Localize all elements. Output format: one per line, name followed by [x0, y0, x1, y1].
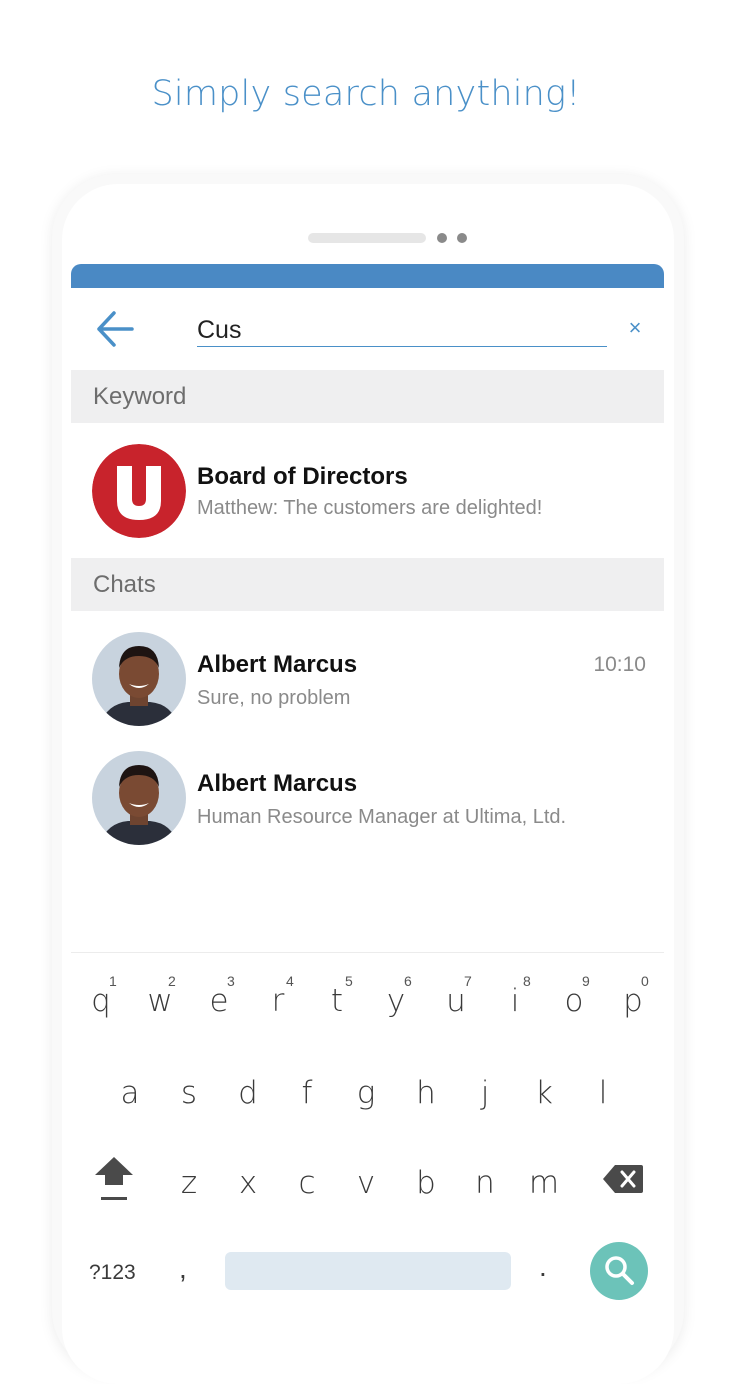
- chat-time: 10:10: [593, 653, 646, 676]
- chat-message: Human Resource Manager at Ultima, Ltd.: [197, 806, 567, 828]
- key-label: m: [528, 1165, 560, 1201]
- status-bar: [71, 264, 664, 288]
- key-c[interactable]: c: [282, 1155, 332, 1215]
- period-key[interactable]: .: [539, 1251, 547, 1283]
- chat-message: Sure, no problem: [197, 687, 351, 709]
- key-h[interactable]: h: [401, 1065, 451, 1125]
- key-label: a: [120, 1075, 140, 1111]
- key-label: l: [598, 1075, 608, 1111]
- key-o[interactable]: 9o: [549, 973, 599, 1033]
- key-label: v: [356, 1165, 376, 1201]
- headline: Simply search anything!: [151, 74, 581, 114]
- key-t[interactable]: 5t: [312, 973, 362, 1033]
- search-input[interactable]: [197, 314, 607, 347]
- shift-key[interactable]: [91, 1153, 137, 1205]
- space-bar[interactable]: [225, 1252, 511, 1290]
- key-label: b: [416, 1165, 436, 1201]
- keyword-result-subtitle: Matthew: The customers are delighted!: [197, 497, 543, 519]
- key-label: r: [271, 983, 285, 1019]
- key-label: t: [330, 983, 344, 1019]
- shift-arrow-icon: [95, 1157, 133, 1200]
- key-i[interactable]: 8i: [490, 973, 540, 1033]
- comma-key[interactable]: ,: [179, 1253, 187, 1285]
- symbols-key[interactable]: ?123: [89, 1261, 136, 1285]
- backspace-key[interactable]: [601, 1159, 645, 1199]
- key-x[interactable]: x: [223, 1155, 273, 1215]
- key-label: u: [446, 983, 466, 1019]
- phone-speaker: [308, 233, 426, 243]
- key-label: q: [91, 983, 111, 1019]
- backspace-icon: [603, 1165, 643, 1193]
- keyword-result-title: Board of Directors: [197, 463, 408, 490]
- key-q[interactable]: 1q: [76, 973, 126, 1033]
- key-label: n: [475, 1165, 495, 1201]
- key-label: s: [180, 1075, 198, 1111]
- key-label: o: [564, 983, 584, 1019]
- section-header-chats: Chats: [71, 558, 664, 611]
- key-j[interactable]: j: [460, 1065, 510, 1125]
- key-m[interactable]: m: [519, 1155, 569, 1215]
- key-w[interactable]: 2w: [135, 973, 185, 1033]
- key-label: y: [386, 983, 406, 1019]
- key-v[interactable]: v: [341, 1155, 391, 1215]
- key-y[interactable]: 6y: [371, 973, 421, 1033]
- chat-result-row[interactable]: Albert Marcus Sure, no problem 10:10: [71, 611, 664, 726]
- phone-camera-dot: [457, 233, 467, 243]
- key-label: h: [416, 1075, 436, 1111]
- search-icon: [605, 1256, 634, 1285]
- key-k[interactable]: k: [519, 1065, 569, 1125]
- key-label: x: [238, 1165, 258, 1201]
- key-label: g: [356, 1075, 376, 1111]
- key-r[interactable]: 4r: [253, 973, 303, 1033]
- key-l[interactable]: l: [578, 1065, 628, 1125]
- key-b[interactable]: b: [401, 1155, 451, 1215]
- key-label: p: [623, 983, 643, 1019]
- key-n[interactable]: n: [460, 1155, 510, 1215]
- key-label: c: [298, 1165, 316, 1201]
- key-p[interactable]: 0p: [608, 973, 658, 1033]
- key-g[interactable]: g: [341, 1065, 391, 1125]
- key-label: i: [510, 983, 520, 1019]
- key-label: j: [480, 1075, 490, 1111]
- key-s[interactable]: s: [164, 1065, 214, 1125]
- key-a[interactable]: a: [105, 1065, 155, 1125]
- u-logo-icon: [92, 444, 186, 538]
- key-e[interactable]: 3e: [194, 973, 244, 1033]
- key-d[interactable]: d: [223, 1065, 273, 1125]
- phone-sensor-dot: [437, 233, 447, 243]
- clear-search-icon[interactable]: ×: [623, 316, 647, 340]
- key-label: k: [535, 1075, 553, 1111]
- back-arrow-icon[interactable]: [95, 310, 135, 348]
- chat-result-row[interactable]: Albert Marcus Human Resource Manager at …: [71, 730, 664, 845]
- on-screen-keyboard: 1q 2w 3e 4r 5t 6y 7u 8i 9o 0p a s d f g …: [71, 952, 664, 1320]
- key-label: d: [238, 1075, 258, 1111]
- chat-name: Albert Marcus: [197, 770, 358, 797]
- key-f[interactable]: f: [282, 1065, 332, 1125]
- key-label: w: [147, 983, 173, 1019]
- key-u[interactable]: 7u: [431, 973, 481, 1033]
- chat-name: Albert Marcus: [197, 651, 358, 678]
- avatar: [92, 751, 186, 845]
- section-header-keyword: Keyword: [71, 370, 664, 423]
- avatar: [92, 632, 186, 726]
- key-label: f: [301, 1075, 313, 1111]
- search-key[interactable]: [590, 1242, 648, 1300]
- key-label: e: [209, 983, 229, 1019]
- key-z[interactable]: z: [164, 1155, 214, 1215]
- keyword-result-row[interactable]: Board of Directors Matthew: The customer…: [71, 423, 664, 538]
- board-avatar: [92, 444, 186, 538]
- app-screen: × Keyword Board of Directors Matthew: Th…: [71, 264, 664, 1320]
- search-bar: ×: [71, 288, 664, 370]
- key-label: z: [180, 1165, 198, 1201]
